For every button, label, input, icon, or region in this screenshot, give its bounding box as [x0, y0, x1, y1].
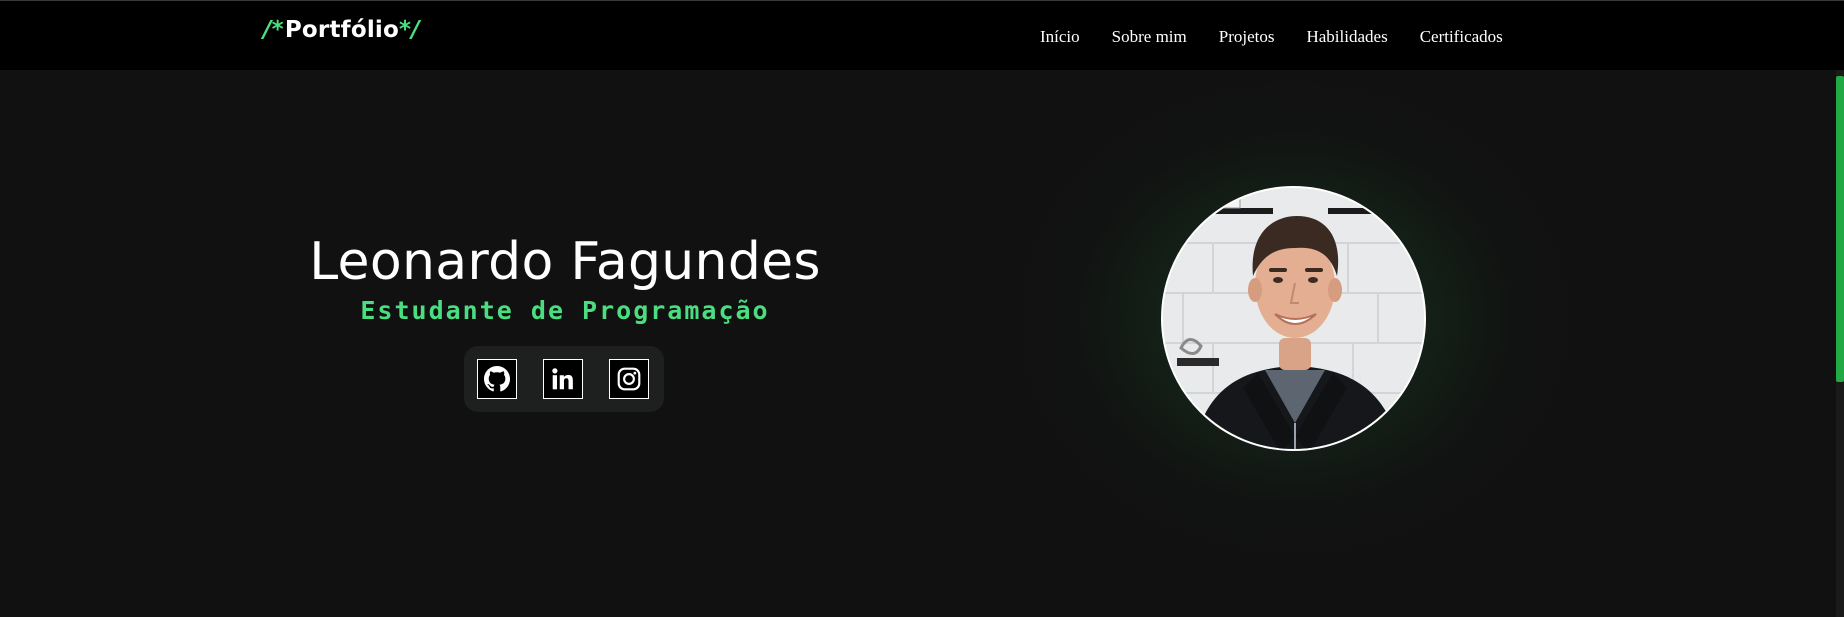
portrait-illustration: LA [1163, 188, 1424, 449]
hero-section: Leonardo Fagundes Estudante de Programaç… [300, 228, 830, 328]
scrollbar-thumb[interactable] [1836, 76, 1844, 382]
github-icon [484, 366, 510, 392]
nav-link-inicio[interactable]: Início [1040, 27, 1080, 47]
hero-name: Leonardo Fagundes [309, 232, 821, 292]
profile-photo: LA [1161, 186, 1426, 451]
linkedin-button[interactable] [543, 359, 583, 399]
nav-link-sobre-mim[interactable]: Sobre mim [1112, 27, 1187, 47]
hero-role: Estudante de Programação [360, 296, 770, 325]
logo-prefix: /* [263, 17, 284, 43]
nav-menu: Início Sobre mim Projetos Habilidades Ce… [1040, 27, 1503, 47]
social-links [464, 346, 664, 412]
linkedin-icon [552, 368, 573, 390]
nav-link-projetos[interactable]: Projetos [1219, 27, 1275, 47]
logo[interactable]: /* Portfólio */ [263, 17, 421, 43]
instagram-button[interactable] [609, 359, 649, 399]
portfolio-page: /* Portfólio */ Início Sobre mim Projeto… [0, 0, 1844, 617]
logo-text: Portfólio [284, 17, 400, 43]
nav-link-habilidades[interactable]: Habilidades [1306, 27, 1387, 47]
instagram-icon [617, 367, 641, 391]
github-button[interactable] [477, 359, 517, 399]
nav-link-certificados[interactable]: Certificados [1420, 27, 1503, 47]
navbar: /* Portfólio */ Início Sobre mim Projeto… [0, 0, 1844, 70]
logo-suffix: */ [399, 17, 420, 43]
